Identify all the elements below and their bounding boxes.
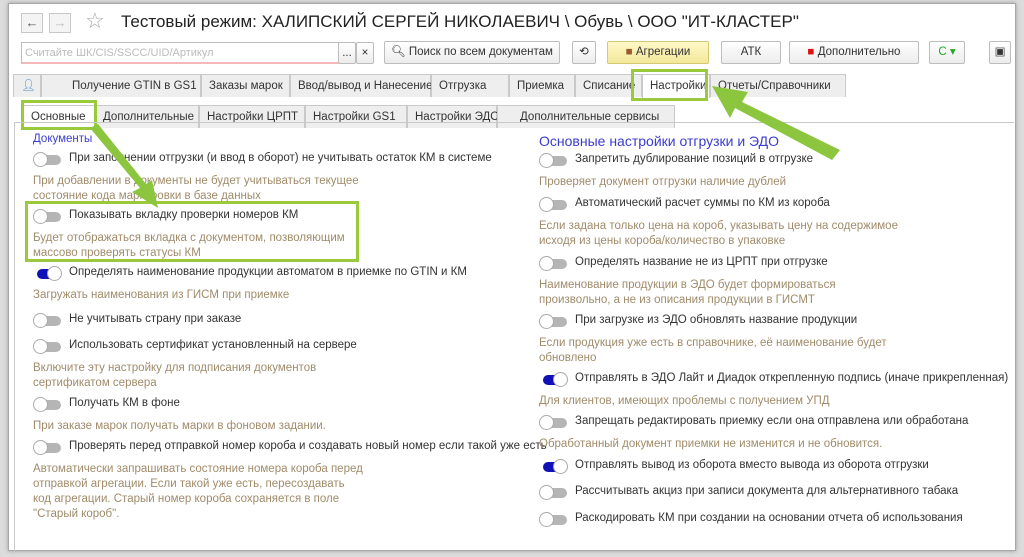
- arrow-to-setting: [90, 124, 158, 208]
- arrow-to-settings-tab: [712, 86, 840, 160]
- annotation-arrows: [90, 86, 840, 208]
